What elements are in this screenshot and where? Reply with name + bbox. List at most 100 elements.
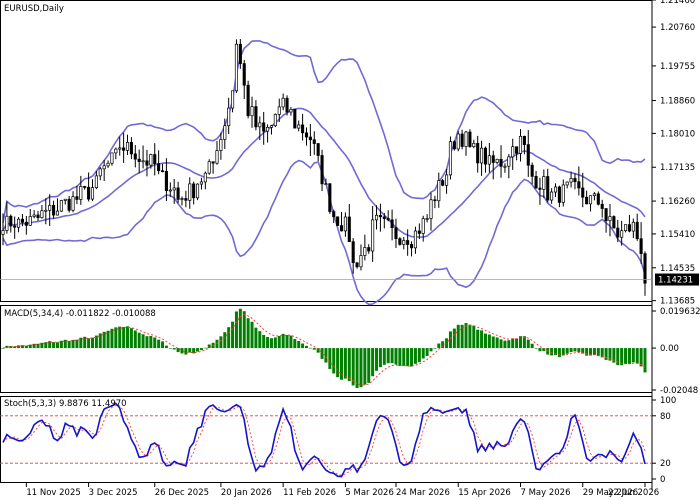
macd-bar [592, 348, 596, 355]
candle-body [592, 193, 596, 197]
candle-body [503, 165, 507, 168]
candle-body [452, 141, 456, 150]
candle-body [351, 241, 355, 264]
macd-bar [203, 347, 207, 349]
candle [596, 191, 600, 206]
candle-body [5, 215, 9, 231]
candle [409, 241, 414, 257]
candle-body [40, 210, 44, 219]
candle-body [273, 114, 277, 127]
macd-bar [219, 336, 223, 349]
candle-body [250, 106, 254, 117]
candle [297, 120, 301, 132]
candle [114, 147, 118, 160]
candle [464, 130, 468, 156]
candle-body [402, 240, 406, 245]
candle-body [262, 122, 266, 132]
macd-bar [398, 348, 402, 366]
macd-bar [258, 331, 262, 349]
candle-body [71, 196, 75, 211]
candle [635, 213, 639, 241]
candle-body [145, 160, 149, 166]
candle-body [534, 176, 538, 189]
candle [542, 169, 546, 199]
macd-bar [643, 348, 647, 373]
candle-body [518, 135, 523, 154]
candle-body [149, 154, 153, 166]
stoch-main-line [2, 402, 646, 478]
candle [588, 195, 593, 212]
macd-bar [464, 323, 468, 349]
candle [157, 150, 161, 175]
candle-body [577, 181, 581, 189]
candle-body [511, 146, 515, 158]
macd-bar [234, 311, 238, 349]
macd-bar [515, 338, 519, 349]
candle [250, 96, 254, 128]
candle-body [596, 193, 600, 205]
candle [32, 209, 36, 219]
candle [301, 113, 305, 141]
candle [623, 224, 628, 233]
candle-body [234, 43, 239, 92]
macd-bar [176, 348, 180, 353]
macd-bar [246, 318, 250, 349]
macd-bar [406, 348, 410, 367]
chart-canvas[interactable]: 1.21460 1.20760 1.19755 1.18860 1.18010 1.171… [0, 0, 700, 500]
candle [581, 172, 585, 208]
candle-body [639, 238, 643, 254]
macd-bar [188, 348, 192, 353]
candle-body [118, 147, 122, 150]
candle [199, 177, 203, 190]
price-panel[interactable] [0, 39, 652, 306]
macd-panel[interactable] [1, 308, 647, 389]
macd-bar [52, 342, 56, 349]
macd-bar [604, 348, 608, 360]
candle-body [585, 196, 589, 205]
candle [246, 80, 250, 119]
macd-bar [289, 335, 293, 349]
candle-body [538, 187, 542, 190]
candle [122, 132, 126, 163]
macd-bar [347, 348, 351, 382]
candle [460, 129, 464, 150]
candle-body [386, 218, 390, 221]
candle-body [604, 208, 608, 222]
macd-bar [168, 348, 172, 349]
candle [94, 170, 98, 190]
candle [371, 205, 375, 262]
candle-body [9, 215, 13, 227]
candle-body [394, 227, 398, 240]
candle [355, 262, 359, 269]
macd-bar [565, 348, 569, 354]
candle-body [623, 224, 628, 232]
macd-bar [410, 348, 414, 367]
candle [63, 198, 67, 205]
candle-body [336, 216, 340, 226]
candle [320, 149, 324, 192]
candle-body [266, 126, 270, 132]
price-tick-label: 1.13685 [660, 297, 695, 307]
macd-bar [266, 336, 270, 349]
candle [118, 136, 122, 156]
macd-bar [441, 341, 445, 349]
candle [141, 145, 145, 169]
candle-body [281, 97, 285, 108]
candle [192, 181, 196, 205]
candle-body [588, 195, 593, 205]
candle [491, 150, 495, 180]
x-tick-label: 7 May 2026 [520, 488, 570, 498]
candle [133, 144, 137, 168]
candle-body [289, 108, 293, 113]
macd-bar [635, 348, 639, 364]
candle [363, 234, 367, 261]
candle-body [553, 186, 558, 193]
macd-bar [476, 329, 480, 349]
macd-bar [238, 308, 242, 349]
candle-body [409, 244, 414, 249]
stochastic-panel[interactable] [0, 402, 652, 478]
candle [367, 244, 371, 254]
candle-body [643, 253, 647, 284]
candle [227, 97, 231, 135]
macd-bar [133, 330, 137, 349]
